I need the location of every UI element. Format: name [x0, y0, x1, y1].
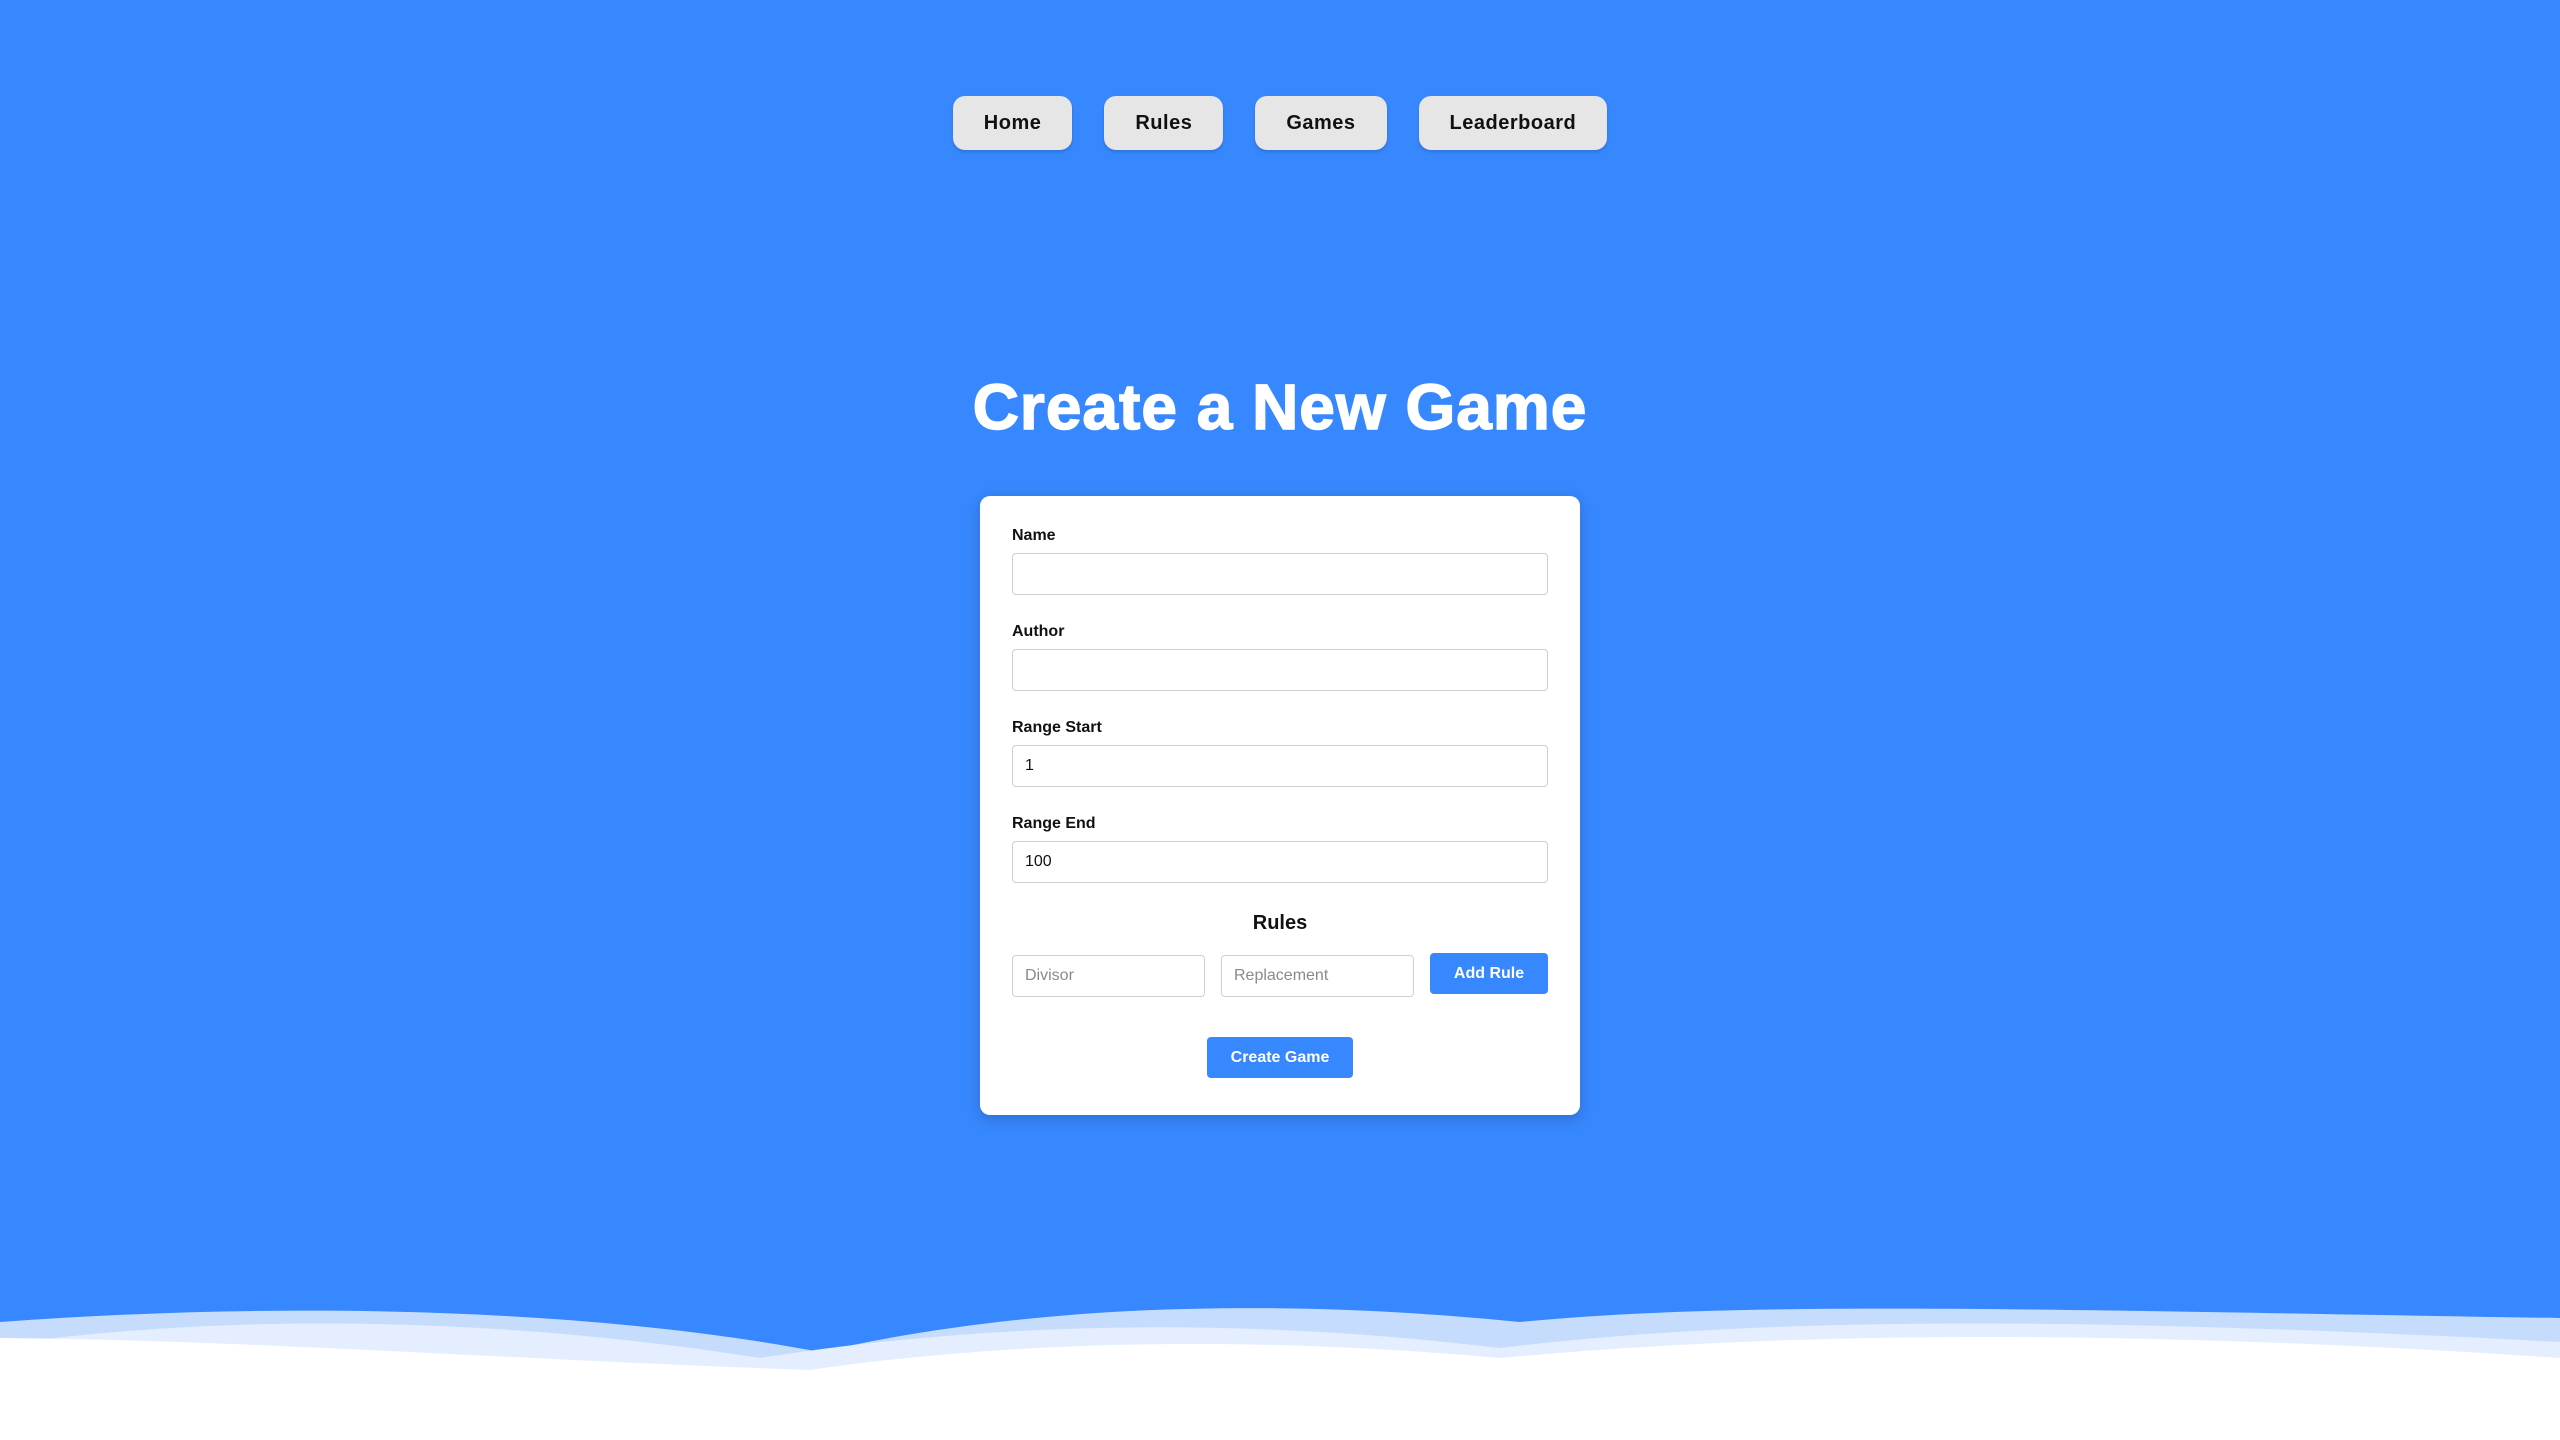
rule-entry-row: Add Rule [1012, 953, 1548, 997]
range-start-input[interactable] [1012, 745, 1548, 787]
nav-games-button[interactable]: Games [1255, 96, 1387, 150]
name-label: Name [1012, 527, 1056, 544]
main-nav: Home Rules Games Leaderboard [0, 96, 2560, 150]
divisor-input[interactable] [1012, 955, 1205, 997]
replacement-input[interactable] [1221, 955, 1414, 997]
author-input[interactable] [1012, 649, 1548, 691]
name-input[interactable] [1012, 553, 1548, 595]
author-label: Author [1012, 623, 1065, 640]
author-field: Author [1012, 622, 1548, 691]
rules-heading: Rules [1252, 912, 1308, 934]
wave-decoration [0, 1308, 2560, 1440]
wave-front [0, 1337, 2560, 1440]
range-end-input[interactable] [1012, 841, 1548, 883]
add-rule-button[interactable]: Add Rule [1430, 953, 1548, 994]
nav-leaderboard-button[interactable]: Leaderboard [1418, 96, 1608, 150]
range-start-label: Range Start [1012, 719, 1102, 736]
range-end-field: Range End [1012, 814, 1548, 883]
create-game-button[interactable]: Create Game [1207, 1037, 1353, 1078]
nav-rules-button[interactable]: Rules [1104, 96, 1224, 150]
range-end-label: Range End [1012, 815, 1096, 832]
name-field: Name [1012, 526, 1548, 595]
nav-home-button[interactable]: Home [952, 96, 1073, 150]
create-game-form: Name Author Range Start Range End Rules … [980, 496, 1580, 1115]
range-start-field: Range Start [1012, 718, 1548, 787]
page-title: Create a New Game [972, 370, 1588, 444]
create-game-row: Create Game [1012, 1037, 1548, 1078]
